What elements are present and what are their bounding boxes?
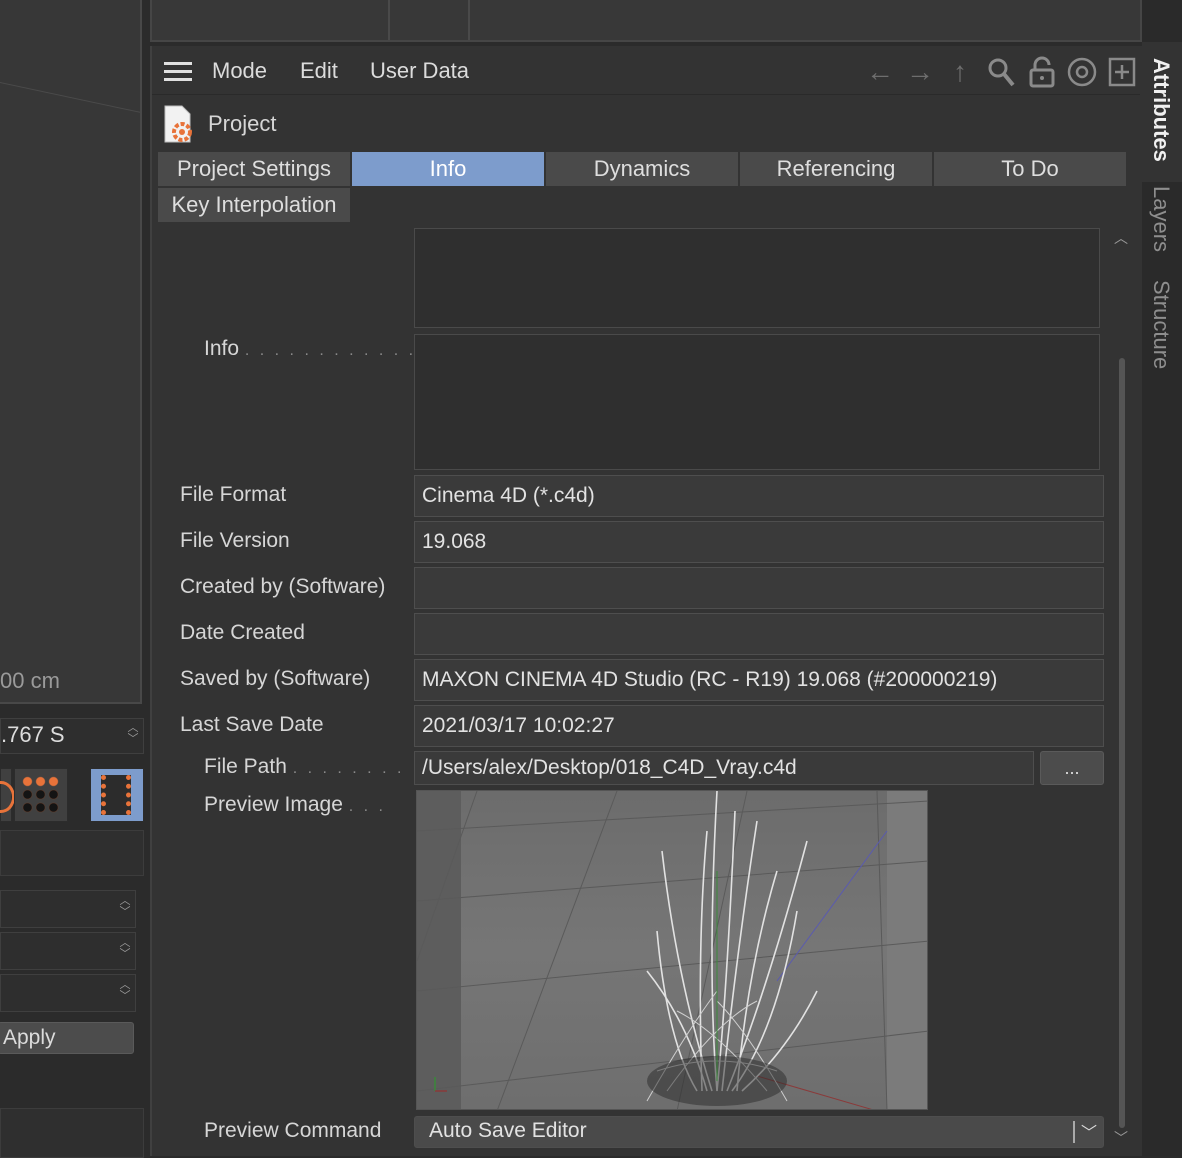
file-path-label-text: File Path bbox=[204, 755, 287, 778]
date-created-label: Date Created bbox=[180, 621, 305, 644]
side-tab-bar bbox=[1142, 0, 1182, 1156]
picture-viewer-button[interactable] bbox=[90, 768, 144, 822]
viewport-distance-readout: 00 cm bbox=[0, 668, 60, 693]
file-version-field[interactable]: 19.068 bbox=[414, 521, 1104, 563]
left-field-2[interactable]: ︿ ﹀ bbox=[0, 932, 136, 970]
stepper-icon[interactable]: ︿ ﹀ bbox=[119, 896, 131, 922]
file-version-label: File Version bbox=[180, 529, 290, 552]
time-value: .767 S bbox=[1, 722, 65, 747]
grass-render-image bbox=[417, 791, 927, 1109]
scroll-up-icon[interactable]: ︿ bbox=[1114, 228, 1128, 248]
viewport-line bbox=[0, 82, 140, 115]
new-panel-icon[interactable] bbox=[1108, 56, 1136, 88]
render-icon bbox=[0, 781, 15, 813]
project-file-icon bbox=[164, 105, 192, 143]
chevron-down-icon: ﹀ bbox=[1072, 1121, 1097, 1143]
tab-dynamics[interactable]: Dynamics bbox=[546, 152, 740, 186]
browse-button[interactable]: ... bbox=[1040, 751, 1104, 785]
left-empty-row bbox=[0, 830, 144, 876]
forward-arrow-icon[interactable]: → bbox=[904, 56, 936, 88]
render-button[interactable] bbox=[0, 768, 15, 822]
saved-by-field[interactable]: MAXON CINEMA 4D Studio (RC - R19) 19.068… bbox=[414, 659, 1104, 701]
file-path-label: File Path . . . . . . . . bbox=[204, 755, 405, 778]
preview-command-dropdown[interactable]: Auto Save Editor ﹀ bbox=[414, 1116, 1104, 1148]
tab-key-interpolation[interactable]: Key Interpolation bbox=[158, 188, 352, 222]
side-tab-structure[interactable]: Structure bbox=[1148, 280, 1174, 369]
info-label: Info . . . . . . . . . . . . bbox=[204, 337, 417, 360]
created-by-field[interactable] bbox=[414, 567, 1104, 609]
stepper-icon[interactable]: ︿ ﹀ bbox=[119, 980, 131, 1006]
apply-button[interactable]: Apply bbox=[0, 1022, 134, 1054]
menu-mode[interactable]: Mode bbox=[212, 58, 267, 84]
up-arrow-icon[interactable]: ↑ bbox=[944, 56, 976, 88]
last-save-date-field[interactable]: 2021/03/17 10:02:27 bbox=[414, 705, 1104, 747]
file-path-field[interactable]: /Users/alex/Desktop/018_C4D_Vray.c4d bbox=[414, 751, 1034, 785]
hamburger-menu-icon[interactable] bbox=[164, 62, 192, 86]
date-created-field[interactable] bbox=[414, 613, 1104, 655]
film-icon bbox=[101, 775, 131, 815]
target-icon[interactable] bbox=[1066, 56, 1098, 88]
left-field-1[interactable]: ︿ ﹀ bbox=[0, 890, 136, 928]
tab-referencing[interactable]: Referencing bbox=[740, 152, 934, 186]
stepper-icon[interactable]: ︿ ﹀ bbox=[119, 938, 131, 964]
object-title: Project bbox=[208, 111, 277, 136]
scroll-thumb[interactable] bbox=[1119, 358, 1125, 1128]
info-textarea-top[interactable] bbox=[414, 228, 1100, 328]
search-icon[interactable] bbox=[986, 56, 1016, 88]
preview-image-label: Preview Image . . . bbox=[204, 793, 386, 816]
preview-command-label: Preview Command bbox=[204, 1119, 382, 1142]
scroll-down-icon[interactable]: ﹀ bbox=[1114, 1128, 1128, 1148]
side-tab-attributes[interactable]: Attributes bbox=[1148, 58, 1174, 162]
time-stepper-icon[interactable]: ︿ ﹀ bbox=[127, 723, 139, 749]
strip-divider bbox=[388, 0, 390, 40]
timeline-strip bbox=[150, 0, 1142, 42]
tab-info[interactable]: Info bbox=[352, 152, 546, 186]
time-field[interactable]: .767 S ︿ ﹀ bbox=[0, 718, 144, 754]
preview-image bbox=[416, 790, 928, 1110]
tab-to-do[interactable]: To Do bbox=[934, 152, 1128, 186]
saved-by-label: Saved by (Software) bbox=[180, 667, 371, 690]
created-by-label: Created by (Software) bbox=[180, 575, 386, 598]
file-format-label: File Format bbox=[180, 483, 287, 506]
left-viewport[interactable]: 00 cm bbox=[0, 0, 142, 704]
attributes-scrollbar[interactable]: ︿ ﹀ bbox=[1114, 228, 1130, 1148]
preview-command-value: Auto Save Editor bbox=[429, 1119, 587, 1142]
file-format-field[interactable]: Cinema 4D (*.c4d) bbox=[414, 475, 1104, 517]
strip-divider bbox=[468, 0, 470, 40]
last-save-date-label: Last Save Date bbox=[180, 713, 324, 736]
info-label-text: Info bbox=[204, 337, 240, 360]
back-arrow-icon[interactable]: ← bbox=[864, 56, 896, 88]
left-field-3[interactable]: ︿ ﹀ bbox=[0, 974, 136, 1012]
preview-image-label-text: Preview Image bbox=[204, 793, 343, 816]
tab-project-settings[interactable]: Project Settings bbox=[158, 152, 352, 186]
side-tab-layers[interactable]: Layers bbox=[1148, 186, 1174, 252]
lock-icon[interactable] bbox=[1028, 56, 1056, 88]
menu-edit[interactable]: Edit bbox=[300, 58, 338, 84]
info-textarea[interactable] bbox=[414, 334, 1100, 470]
render-settings-button[interactable] bbox=[14, 768, 68, 822]
grid-dots-dark-icon bbox=[21, 788, 61, 815]
left-bottom-panel bbox=[0, 1108, 144, 1158]
menu-user-data[interactable]: User Data bbox=[370, 58, 469, 84]
